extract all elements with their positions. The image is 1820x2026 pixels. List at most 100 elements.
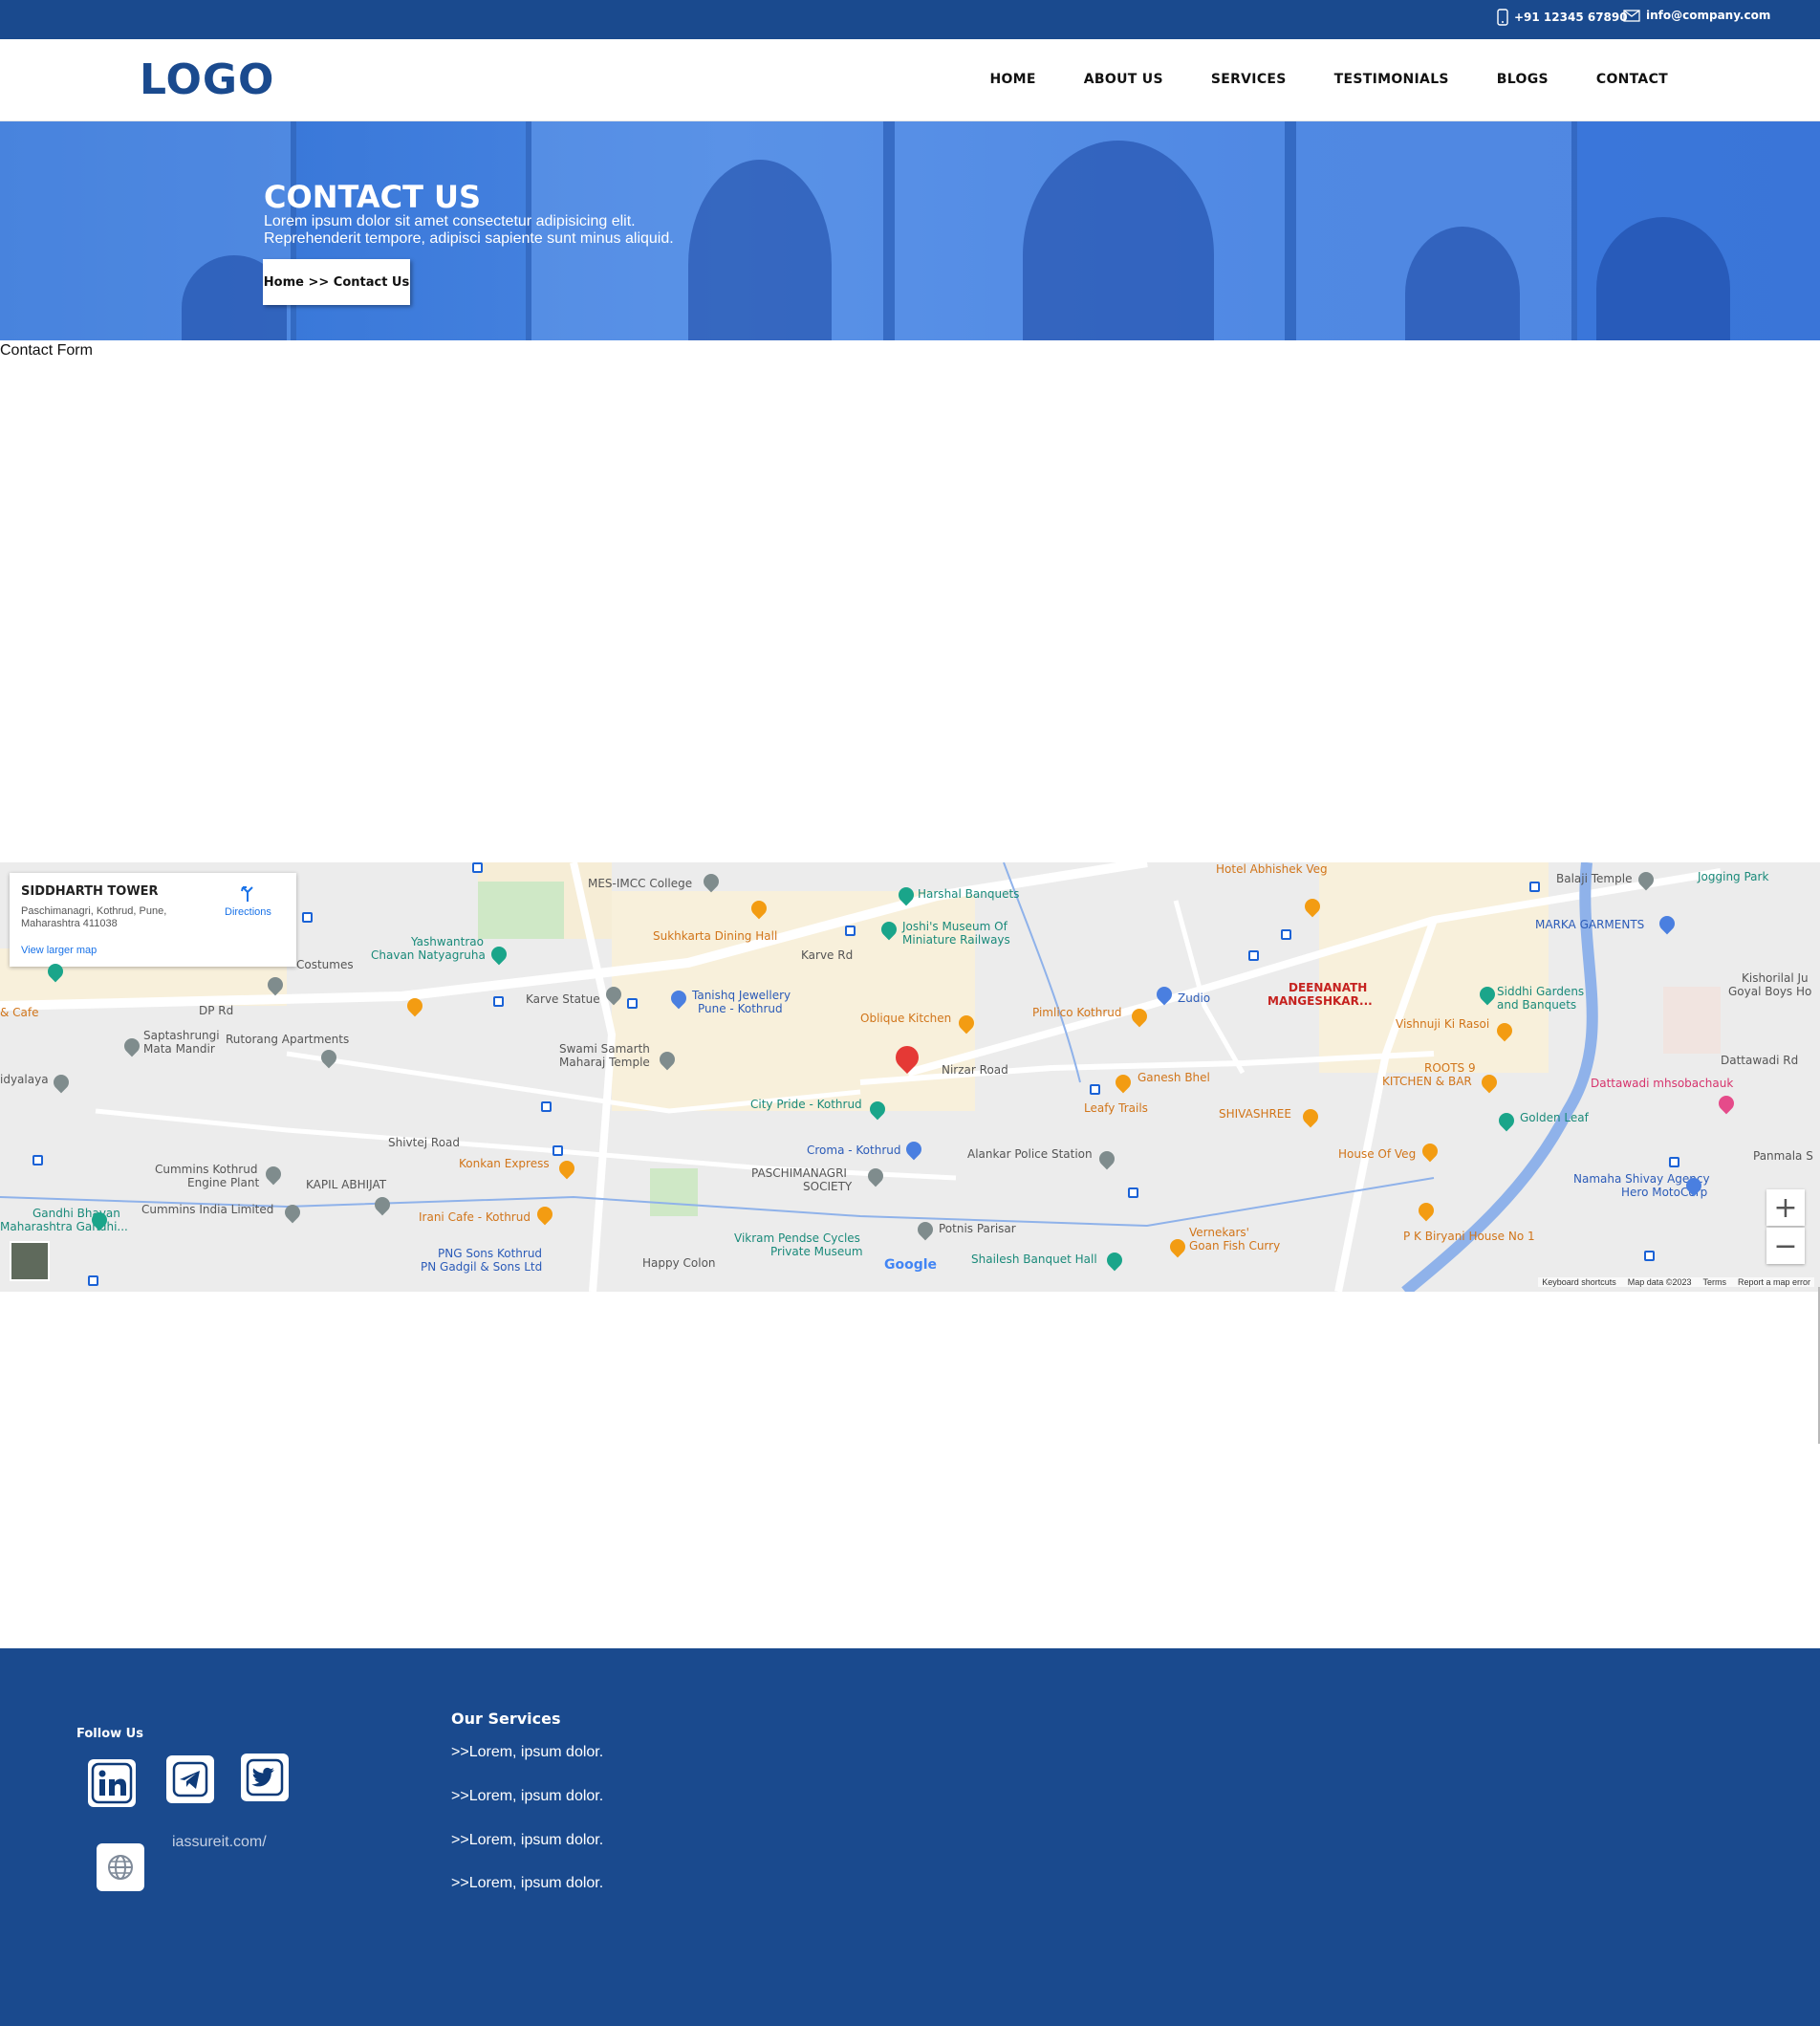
map-label: DP Rd xyxy=(199,1004,234,1017)
map-label: Nirzar Road xyxy=(942,1063,1008,1077)
map-label: Sukhkarta Dining Hall xyxy=(653,929,778,943)
email-text: info@company.com xyxy=(1646,9,1771,22)
service-link[interactable]: >>Lorem, ipsum dolor. xyxy=(451,1875,603,1892)
bus-stop-icon xyxy=(1128,1187,1138,1198)
map-label: Yashwantrao xyxy=(411,935,484,948)
bus-stop-icon xyxy=(1644,1251,1655,1261)
nav-blogs[interactable]: BLOGS xyxy=(1497,72,1549,87)
map-label: PN Gadgil & Sons Ltd xyxy=(421,1260,543,1274)
services-heading: Our Services xyxy=(451,1710,561,1728)
map-label: Balaji Temple xyxy=(1556,872,1633,885)
bus-stop-icon xyxy=(1669,1157,1679,1167)
directions-button[interactable]: Directions xyxy=(225,884,271,918)
report-map-error-link[interactable]: Report a map error xyxy=(1738,1277,1810,1287)
service-link[interactable]: >>Lorem, ipsum dolor. xyxy=(451,1832,603,1849)
bus-stop-icon xyxy=(88,1275,98,1286)
map-label: Swami Samarth xyxy=(559,1042,650,1056)
map-label: Costumes xyxy=(296,958,354,971)
embedded-map[interactable]: SIDDHARTH TOWER Paschimanagri, Kothrud, … xyxy=(0,862,1820,1292)
map-label: MES-IMCC College xyxy=(588,877,693,890)
bus-stop-icon xyxy=(845,926,856,936)
service-link[interactable]: >>Lorem, ipsum dolor. xyxy=(451,1788,603,1805)
bus-stop-icon xyxy=(1248,950,1259,961)
main-nav: HOME ABOUT US SERVICES TESTIMONIALS BLOG… xyxy=(989,72,1668,87)
bus-stop-icon xyxy=(552,1145,563,1156)
nav-about-us[interactable]: ABOUT US xyxy=(1084,72,1163,87)
map-data-text: Map data ©2023 xyxy=(1627,1277,1692,1287)
nav-services[interactable]: SERVICES xyxy=(1211,72,1287,87)
view-larger-map-link[interactable]: View larger map xyxy=(21,945,97,956)
logo[interactable]: LOGO xyxy=(140,55,274,104)
satellite-toggle[interactable] xyxy=(10,1241,50,1281)
map-label: Siddhi Gardens xyxy=(1497,985,1585,998)
map-label: Cummins Kothrud xyxy=(155,1163,258,1176)
zoom-in-button[interactable]: + xyxy=(1766,1189,1805,1226)
linkedin-icon[interactable] xyxy=(88,1759,136,1807)
phone-text: +91 12345 67890 xyxy=(1514,11,1628,24)
map-label: DEENANATH xyxy=(1289,981,1368,994)
map-label: Kishorilal Ju xyxy=(1742,971,1809,985)
map-label: Cummins India Limited xyxy=(141,1203,274,1216)
place-address-line-2: Maharashtra 411038 xyxy=(21,918,118,929)
top-bar: +91 12345 67890 info@company.com xyxy=(0,0,1820,39)
contact-form-label: Contact Form xyxy=(0,342,93,359)
map-label: KAPIL ABHIJAT xyxy=(306,1178,387,1191)
bus-stop-icon xyxy=(1090,1084,1100,1095)
globe-icon[interactable] xyxy=(97,1843,144,1891)
map-label: City Pride - Kothrud xyxy=(750,1098,862,1111)
nav-testimonials[interactable]: TESTIMONIALS xyxy=(1334,72,1449,87)
breadcrumb[interactable]: Home >> Contact Us xyxy=(263,259,410,305)
place-name: SIDDHARTH TOWER xyxy=(21,884,159,899)
map-label: Irani Cafe - Kothrud xyxy=(419,1210,531,1224)
map-label: Happy Colon xyxy=(642,1256,716,1270)
map-label: Leafy Trails xyxy=(1084,1101,1148,1115)
map-label: Harshal Banquets xyxy=(918,887,1020,901)
map-label: Oblique Kitchen xyxy=(860,1012,952,1025)
map-label: Pune - Kothrud xyxy=(698,1002,783,1015)
map-label: PASCHIMANAGRI xyxy=(751,1166,847,1180)
keyboard-shortcuts-link[interactable]: Keyboard shortcuts xyxy=(1542,1277,1616,1287)
map-attribution: Keyboard shortcuts Map data ©2023 Terms … xyxy=(1538,1277,1814,1287)
twitter-icon[interactable] xyxy=(241,1754,289,1801)
site-header: LOGO HOME ABOUT US SERVICES TESTIMONIALS… xyxy=(0,39,1820,121)
map-label: House Of Veg xyxy=(1338,1147,1417,1161)
zoom-out-button[interactable]: − xyxy=(1766,1228,1805,1264)
map-label: Rutorang Apartments xyxy=(226,1033,350,1046)
map-place-card: SIDDHARTH TOWER Paschimanagri, Kothrud, … xyxy=(10,873,296,967)
directions-icon xyxy=(241,886,254,902)
nav-home[interactable]: HOME xyxy=(989,72,1035,87)
map-label: MARKA GARMENTS xyxy=(1535,918,1645,931)
map-label: Dattawadi mhsobachauk xyxy=(1591,1077,1734,1090)
map-label: Alankar Police Station xyxy=(967,1147,1093,1161)
map-label: Hotel Abhishek Veg xyxy=(1216,862,1328,876)
telegram-icon[interactable] xyxy=(166,1755,214,1803)
map-label: and Banquets xyxy=(1497,998,1577,1012)
map-label: ROOTS 9 xyxy=(1424,1061,1476,1075)
map-label: & Cafe xyxy=(0,1006,39,1019)
map-label: KITCHEN & BAR xyxy=(1382,1075,1472,1088)
map-label: Goan Fish Curry xyxy=(1189,1239,1281,1253)
map-label: Chavan Natyagruha xyxy=(371,948,486,962)
map-label: Tanishq Jewellery xyxy=(692,989,791,1002)
terms-link[interactable]: Terms xyxy=(1702,1277,1726,1287)
map-label: Saptashrungi xyxy=(143,1029,220,1042)
nav-contact[interactable]: CONTACT xyxy=(1596,72,1668,87)
bus-stop-icon xyxy=(302,912,313,923)
map-label: Zudio xyxy=(1178,991,1211,1005)
service-link[interactable]: >>Lorem, ipsum dolor. xyxy=(451,1744,603,1761)
map-label: Karve Rd xyxy=(801,948,854,962)
bus-stop-icon xyxy=(493,996,504,1007)
email-contact[interactable]: info@company.com xyxy=(1623,9,1770,22)
bus-stop-icon xyxy=(472,862,483,873)
hero-subtitle-line-1: Lorem ipsum dolor sit amet consectetur a… xyxy=(264,213,636,229)
page: +91 12345 67890 info@company.com LOGO HO… xyxy=(0,0,1820,2026)
map-label: Croma - Kothrud xyxy=(807,1144,901,1157)
website-link[interactable]: iassureit.com/ xyxy=(172,1834,267,1851)
map-label: idyalaya xyxy=(0,1073,49,1086)
phone-contact[interactable]: +91 12345 67890 xyxy=(1497,9,1628,26)
directions-label: Directions xyxy=(225,906,271,918)
follow-us-heading: Follow Us xyxy=(76,1727,143,1741)
hero-subtitle-line-2: Reprehenderit tempore, adipisci sapiente… xyxy=(264,230,674,247)
map-label: Shailesh Banquet Hall xyxy=(971,1253,1097,1266)
hero-silhouette xyxy=(1596,217,1730,340)
